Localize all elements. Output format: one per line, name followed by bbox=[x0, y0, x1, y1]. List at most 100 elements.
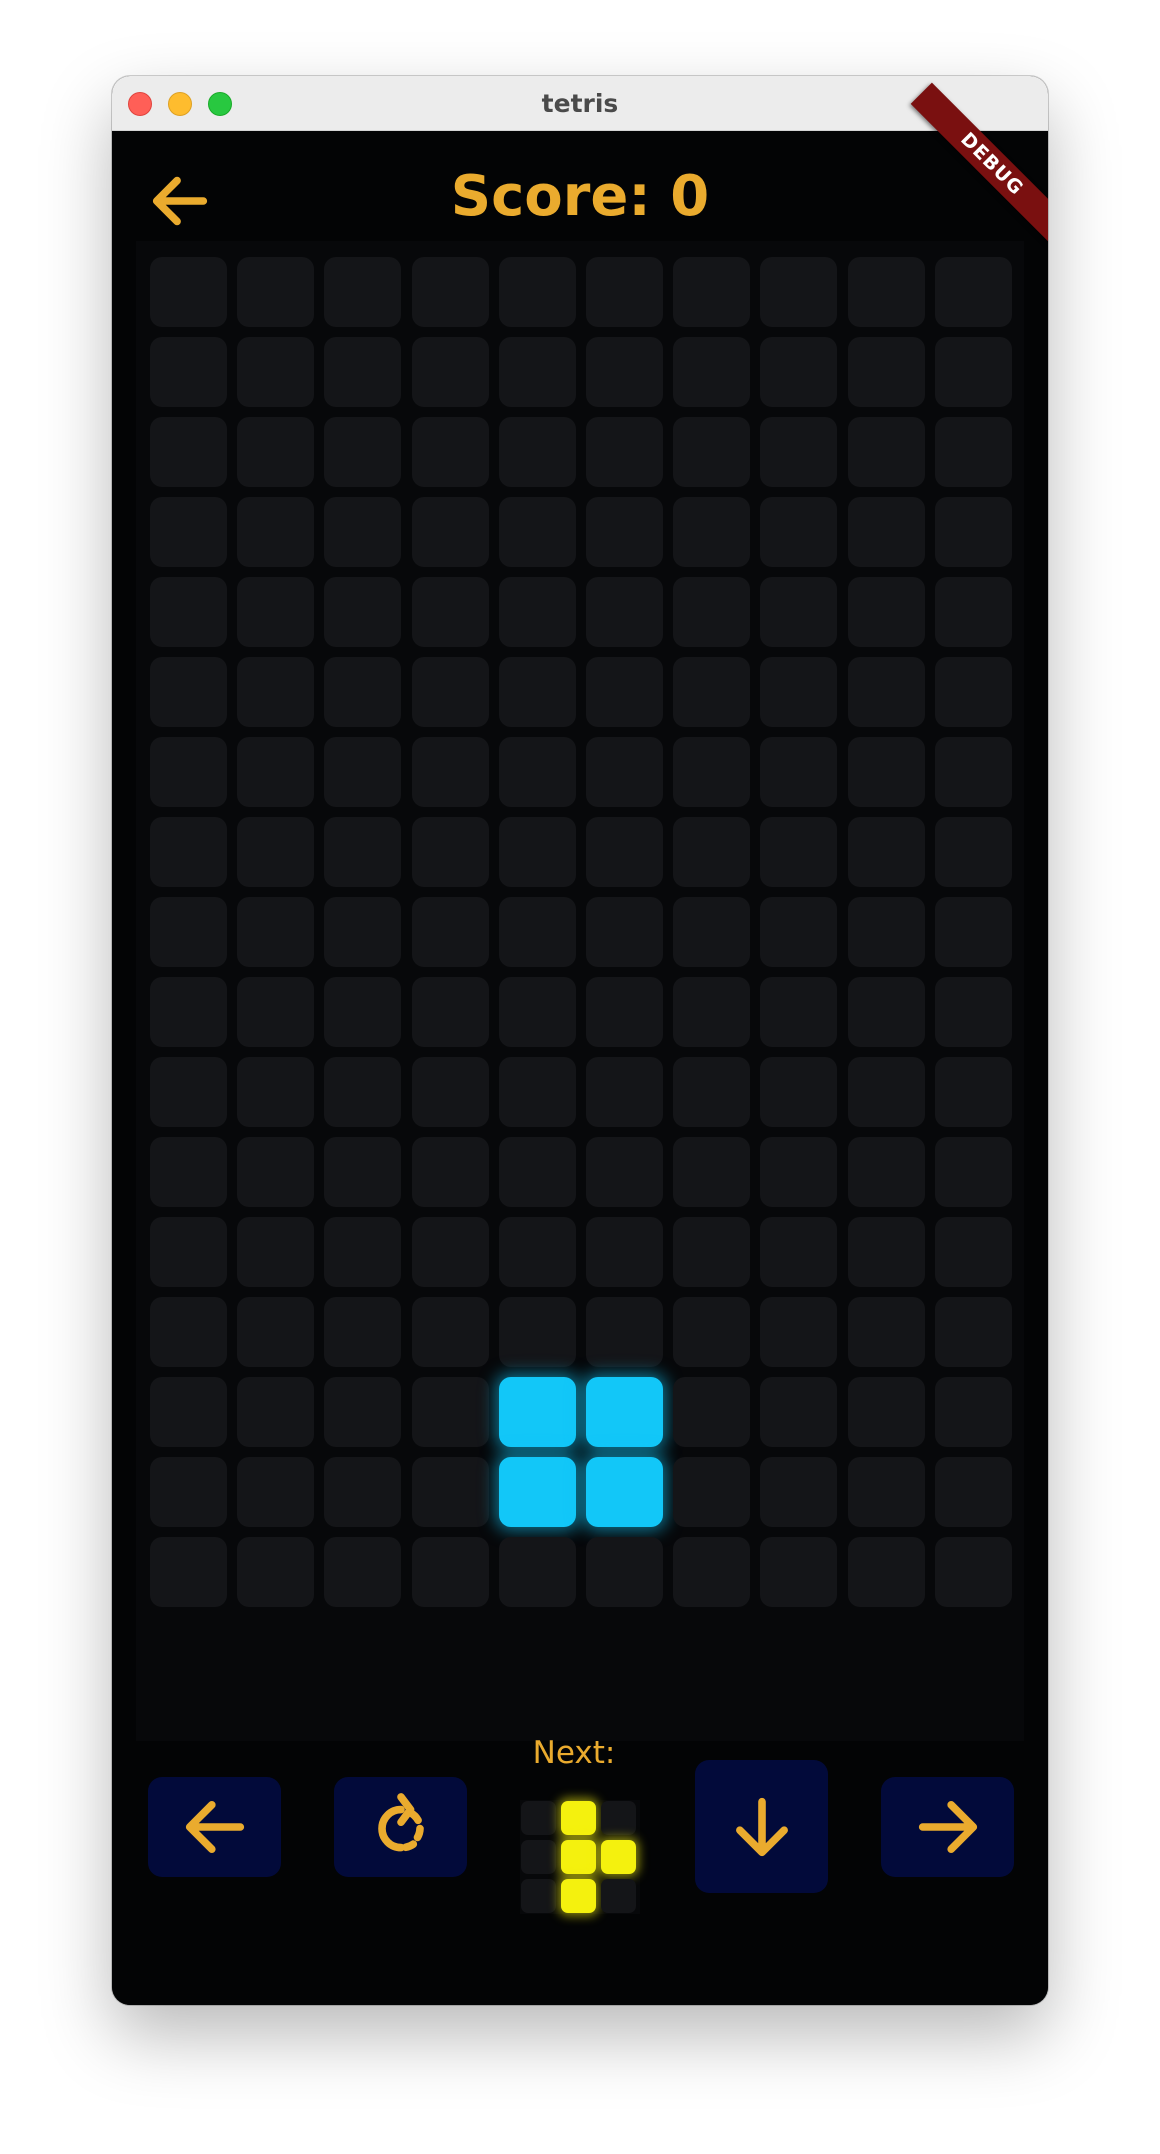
board-cell bbox=[673, 1457, 751, 1527]
board-cell bbox=[411, 1297, 489, 1367]
board-cell bbox=[498, 897, 576, 967]
board-cell bbox=[586, 1137, 663, 1207]
board-cell bbox=[498, 337, 576, 407]
control-bar: Next: bbox=[112, 1676, 1048, 1914]
board-cell bbox=[150, 657, 227, 727]
next-piece-preview bbox=[520, 1800, 640, 1914]
board-cell bbox=[673, 1137, 751, 1207]
board-cell bbox=[673, 1057, 751, 1127]
board-cell bbox=[411, 497, 489, 567]
board-cell bbox=[586, 1057, 663, 1127]
board-cell bbox=[586, 337, 663, 407]
board-cell bbox=[237, 1137, 315, 1207]
board-cell bbox=[498, 817, 576, 887]
board-cell bbox=[324, 337, 402, 407]
board-cell bbox=[847, 1057, 925, 1127]
board-cell bbox=[237, 337, 315, 407]
board-cell bbox=[760, 417, 838, 487]
board-cell bbox=[237, 1057, 315, 1127]
game-board bbox=[136, 241, 1024, 1741]
board-cell bbox=[934, 1217, 1012, 1287]
board-cell bbox=[586, 977, 663, 1047]
board-cell bbox=[498, 737, 576, 807]
board-cell bbox=[324, 817, 402, 887]
board-cell bbox=[411, 1217, 489, 1287]
board-cell bbox=[498, 257, 576, 327]
board-cell bbox=[934, 1057, 1012, 1127]
board-cell bbox=[760, 1137, 838, 1207]
board-cell bbox=[411, 337, 489, 407]
board-cell bbox=[847, 657, 925, 727]
board-cell bbox=[150, 897, 227, 967]
board-cell bbox=[498, 657, 576, 727]
arrow-left-icon bbox=[185, 1801, 244, 1853]
board-cell bbox=[847, 737, 925, 807]
board-cell bbox=[498, 1537, 576, 1607]
next-cell bbox=[601, 1879, 636, 1913]
board-cell bbox=[760, 977, 838, 1047]
next-cell bbox=[521, 1801, 556, 1835]
board-cell bbox=[586, 1537, 663, 1607]
board-cell bbox=[847, 897, 925, 967]
board-cell bbox=[237, 1457, 315, 1527]
board-cell bbox=[237, 817, 315, 887]
board-cell bbox=[760, 257, 838, 327]
board-cell bbox=[760, 337, 838, 407]
board-cell bbox=[498, 497, 576, 567]
board-cell bbox=[760, 1217, 838, 1287]
board-cell bbox=[673, 737, 751, 807]
board-cell bbox=[673, 1537, 751, 1607]
score-display: Score: 0 bbox=[450, 164, 710, 229]
board-cell bbox=[411, 817, 489, 887]
board-cell bbox=[237, 1297, 315, 1367]
board-cell bbox=[150, 337, 227, 407]
move-right-button[interactable] bbox=[881, 1777, 1014, 1877]
board-cell bbox=[934, 497, 1012, 567]
next-cell-filled bbox=[561, 1801, 596, 1835]
board-cell bbox=[411, 1057, 489, 1127]
board-cell bbox=[760, 657, 838, 727]
board-cell bbox=[673, 897, 751, 967]
board-cell bbox=[586, 417, 663, 487]
next-cell bbox=[521, 1879, 556, 1913]
board-cell bbox=[586, 257, 663, 327]
board-cell bbox=[673, 417, 751, 487]
board-cell bbox=[847, 1217, 925, 1287]
board-cell bbox=[324, 1297, 402, 1367]
board-cell bbox=[760, 1057, 838, 1127]
board-cell bbox=[673, 977, 751, 1047]
board-cell bbox=[411, 257, 489, 327]
board-cell bbox=[324, 1217, 402, 1287]
board-cell bbox=[150, 737, 227, 807]
board-cell bbox=[411, 977, 489, 1047]
board-cell bbox=[150, 817, 227, 887]
board-cell bbox=[673, 1217, 751, 1287]
rotate-icon bbox=[377, 1793, 424, 1852]
title-bar: tetris bbox=[112, 76, 1048, 131]
next-cell-filled bbox=[601, 1840, 636, 1874]
game-screen: Score: 0 DEBUG Next: bbox=[112, 82, 1048, 2005]
board-cell bbox=[934, 817, 1012, 887]
board-cell bbox=[324, 737, 402, 807]
next-cell-filled bbox=[561, 1840, 596, 1874]
board-cell bbox=[237, 1377, 315, 1447]
board-cell bbox=[586, 817, 663, 887]
board-cell bbox=[673, 1377, 751, 1447]
board-cell bbox=[324, 657, 402, 727]
board-cell bbox=[934, 337, 1012, 407]
move-left-button[interactable] bbox=[148, 1777, 281, 1877]
board-cell bbox=[411, 1537, 489, 1607]
board-cell bbox=[150, 497, 227, 567]
board-cell bbox=[411, 417, 489, 487]
board-cell bbox=[411, 577, 489, 647]
board-cell bbox=[237, 1217, 315, 1287]
drop-down-button[interactable] bbox=[695, 1760, 828, 1893]
app-window: tetris Score: 0 DEBUG Next: bbox=[112, 76, 1048, 2005]
board-cell bbox=[498, 1137, 576, 1207]
rotate-button[interactable] bbox=[334, 1777, 467, 1877]
next-cell-filled bbox=[561, 1879, 596, 1913]
board-cell bbox=[847, 817, 925, 887]
board-cell-filled bbox=[586, 1377, 663, 1447]
board-cell bbox=[411, 1457, 489, 1527]
board-cell bbox=[150, 977, 227, 1047]
